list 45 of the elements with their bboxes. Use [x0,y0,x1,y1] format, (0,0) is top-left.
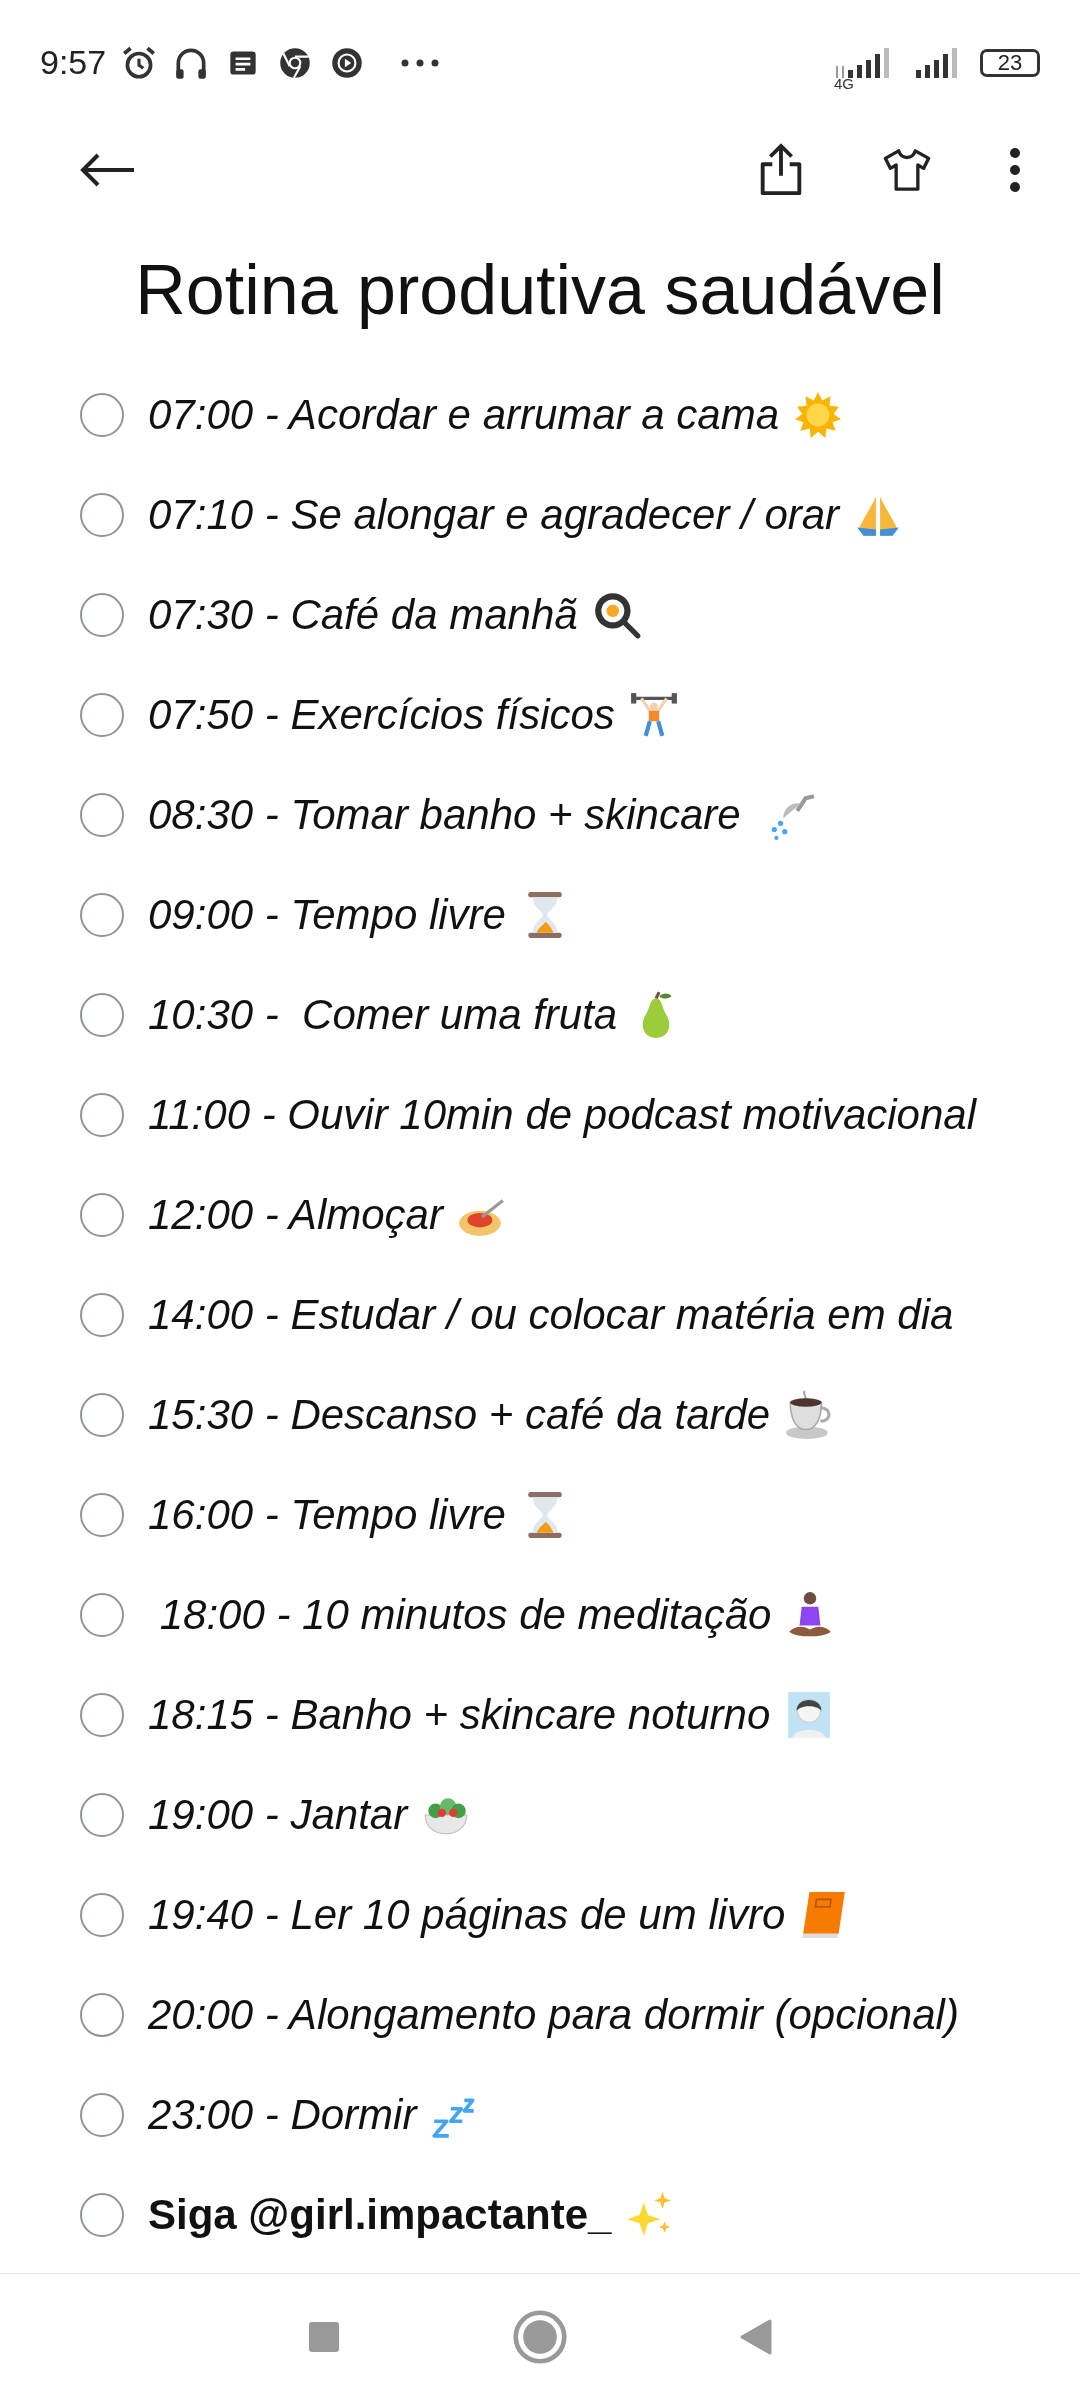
checkbox[interactable] [80,1393,124,1437]
checkbox[interactable] [80,493,124,537]
home-button[interactable] [512,2309,568,2365]
checkbox[interactable] [80,1593,124,1637]
checklist-item: 18:00 - 10 minutos de meditação [158,1591,772,1639]
note-title: Rotina produtiva saudável [134,250,946,331]
checklist-item: 19:40 - Ler 10 páginas de um livro [148,1891,786,1939]
checkbox[interactable] [80,993,124,1037]
checklist-item: 07:10 - Se alongar e agradecer / orar [148,491,840,539]
checkbox[interactable] [80,1493,124,1537]
checkbox[interactable] [80,1093,124,1137]
checklist-item: 12:00 - Almoçar [148,1191,443,1239]
checkbox[interactable] [80,1893,124,1937]
more-notifications-icon [400,57,441,68]
checklist-item: 07:50 - Exercícios físicos [148,691,615,739]
checklist-item: 18:15 - Banho + skincare noturno [148,1691,771,1739]
checklist-item: 23:00 - Dormir [148,2091,417,2139]
checklist-item: 10:30 - Comer uma fruta [148,991,618,1039]
status-time: 9:57 [40,43,107,82]
checkbox[interactable] [80,793,124,837]
checkbox[interactable] [80,1193,124,1237]
checkbox[interactable] [80,393,124,437]
battery-indicator: 23 [980,48,1040,77]
checklist-item: 07:30 - Café da manhã [148,591,578,639]
network-type: 4G [834,75,854,92]
checkbox[interactable] [80,2193,124,2237]
checkbox[interactable] [80,1793,124,1837]
checklist-item: 08:30 - Tomar banho + skincare [148,791,742,839]
checklist-item: 07:00 - Acordar e arrumar a cama [148,391,780,439]
checkbox[interactable] [80,693,124,737]
checklist-item: 19:00 - Jantar [148,1791,408,1839]
checkbox[interactable] [80,593,124,637]
checkbox[interactable] [80,893,124,937]
checklist-item: 15:30 - Descanso + café da tarde [148,1391,771,1439]
checklist-item: 14:00 - Estudar / ou colocar matéria em dia [148,1291,954,1339]
more-options-icon[interactable] [1008,147,1022,193]
checkbox[interactable] [80,1993,124,2037]
checklist-item: Siga @girl.impactante_ [148,2191,612,2239]
checklist-item: 20:00 - Alongamento para dormir (opcional) [148,1991,959,2039]
checkbox[interactable] [80,1693,124,1737]
checkbox[interactable] [80,2093,124,2137]
checklist-item: 09:00 - Tempo livre [148,891,506,939]
checkbox[interactable] [80,1293,124,1337]
checklist-item: 11:00 - Ouvir 10min de podcast motivacional [148,1091,976,1139]
checklist-item: 16:00 - Tempo livre [148,1491,506,1539]
